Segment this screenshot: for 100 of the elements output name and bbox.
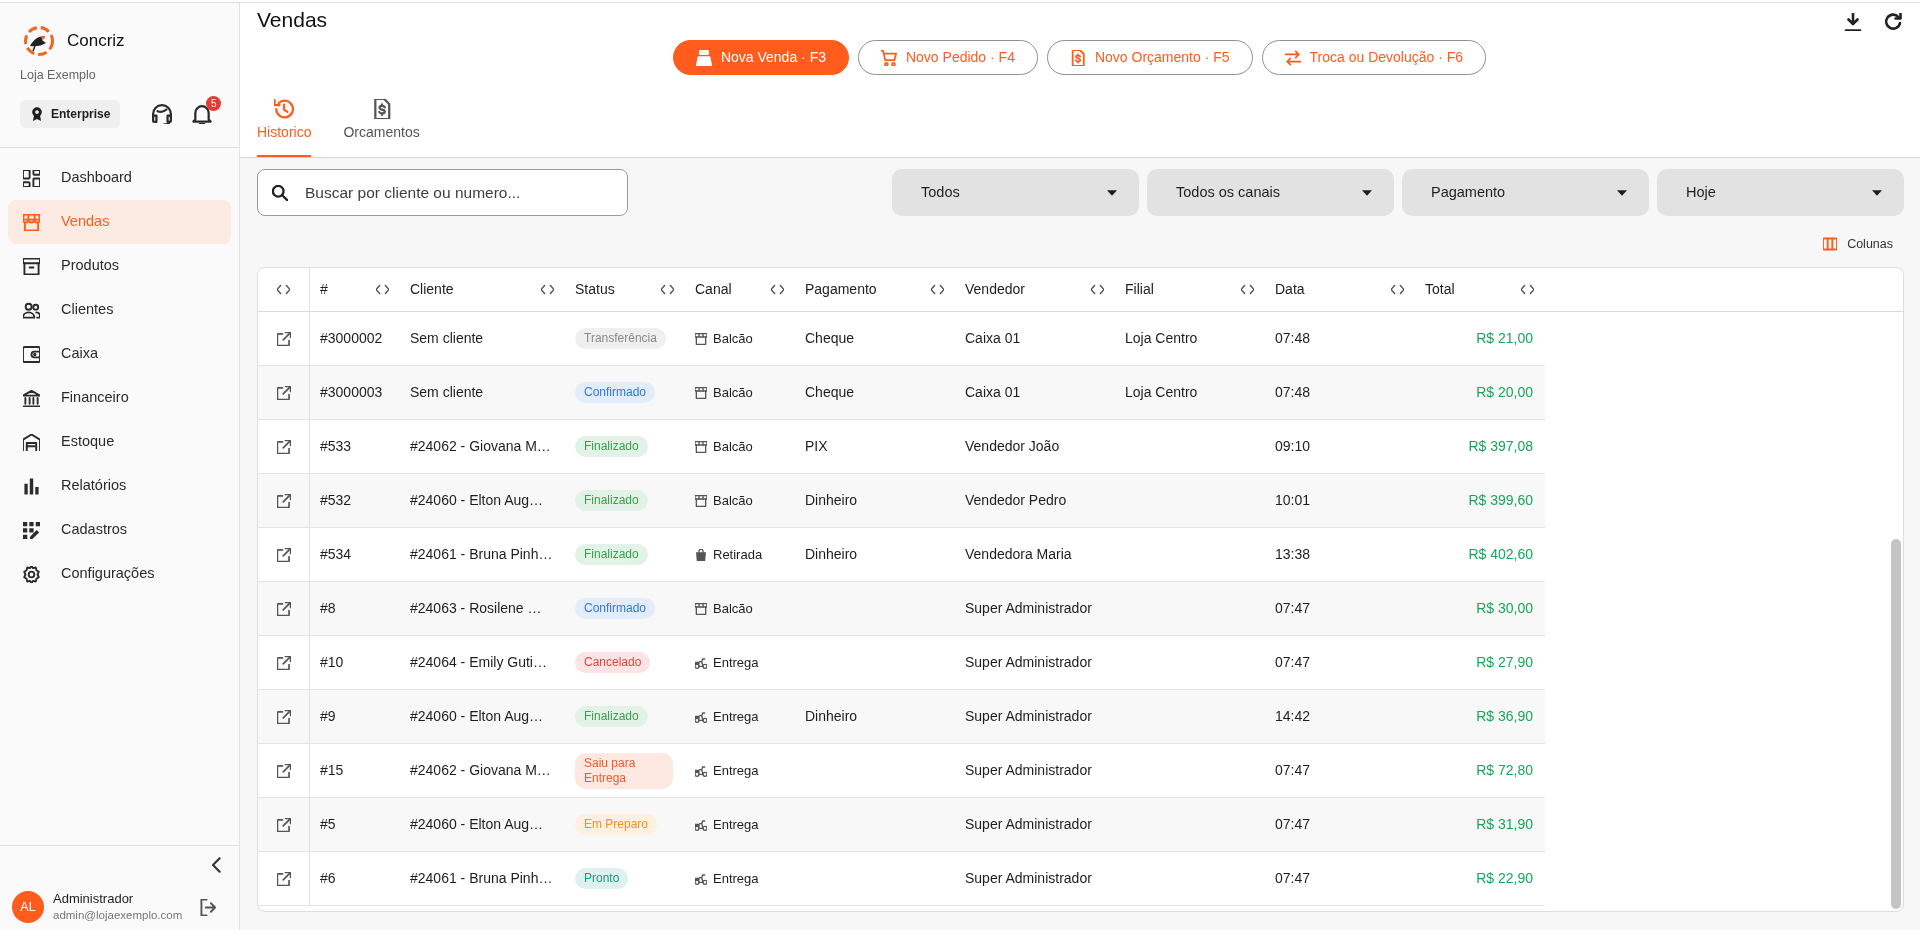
seller-name: Super Administrador [965, 599, 1092, 618]
order-number: #533 [320, 437, 352, 456]
external-link-icon[interactable] [276, 655, 291, 670]
nav-item[interactable]: Cadastros [8, 508, 231, 552]
nav-item[interactable]: Produtos [8, 244, 231, 288]
status-badge: Finalizado [575, 544, 648, 565]
payment-method: Dinheiro [805, 491, 858, 510]
client-name: #24061 - Bruna Pinh… [410, 869, 553, 888]
external-link-icon[interactable] [276, 817, 291, 832]
order-number: #6 [320, 869, 336, 888]
external-link-icon[interactable] [276, 385, 291, 400]
filter-dropdown[interactable]: Hoje [1657, 169, 1904, 216]
bell-icon[interactable] [192, 104, 213, 124]
order-number: #532 [320, 491, 352, 510]
sale-total: R$ 399,60 [1468, 491, 1533, 510]
logout-icon[interactable] [200, 898, 217, 916]
left-right-chevrons-icon[interactable] [376, 283, 389, 296]
sale-time: 14:42 [1275, 707, 1311, 726]
left-right-chevrons-icon[interactable] [1391, 283, 1404, 296]
table-row[interactable]: #533 #24062 - Giovana M… Finalizado Balcão PIX Vendedor João 09:10 R$ 397,08 [258, 420, 1545, 474]
seller-name: Super Administrador [965, 653, 1092, 672]
tab[interactable]: Orcamentos [343, 84, 420, 157]
external-link-icon[interactable] [276, 763, 291, 778]
left-right-chevrons-icon[interactable] [661, 283, 674, 296]
search-field[interactable]: Buscar por cliente ou numero... [257, 169, 628, 216]
table-row[interactable]: #5 #24060 - Elton Aug… Em Preparo Entrega Super Administrador 07:47 R$ 31,90 [258, 798, 1545, 852]
refresh-icon[interactable] [1884, 12, 1902, 31]
nav-item[interactable]: Relatórios [8, 464, 231, 508]
table-row[interactable]: #8 #24063 - Rosilene … Confirmado Balcão Super Administrador 07:47 R$ 30,00 [258, 582, 1545, 636]
table-row[interactable]: #6 #24061 - Bruna Pinh… Pronto Entrega Super Administrador 07:47 R$ 22,90 [258, 852, 1545, 906]
nav-item[interactable]: Caixa [8, 332, 231, 376]
external-link-icon[interactable] [276, 709, 291, 724]
sale-time: 07:47 [1275, 653, 1311, 672]
filter-dropdown[interactable]: Todos os canais [1147, 169, 1394, 216]
filter-dropdown[interactable]: Pagamento [1402, 169, 1649, 216]
payment-method: Dinheiro [805, 545, 858, 564]
nav-item[interactable]: Clientes [8, 288, 231, 332]
table-row[interactable]: #15 #24062 - Giovana M… Saiu para Entrega Entrega Super Administrador 07:47 R$ 72,80 [258, 744, 1545, 798]
left-right-chevrons-icon[interactable] [771, 283, 784, 296]
client-name: #24060 - Elton Aug… [410, 707, 544, 726]
order-number: #15 [320, 761, 344, 780]
headset-icon[interactable] [152, 104, 173, 124]
order-number: #534 [320, 545, 352, 564]
left-right-chevrons-icon[interactable] [1241, 283, 1254, 296]
sale-time: 07:47 [1275, 869, 1311, 888]
left-right-chevrons-icon[interactable] [541, 283, 554, 296]
payment-method: Cheque [805, 383, 855, 402]
left-right-chevrons-icon[interactable] [277, 283, 290, 296]
invoice-icon [371, 99, 392, 119]
external-link-icon[interactable] [276, 601, 291, 616]
channel-label: Balcão [713, 491, 753, 510]
filter-dropdown[interactable]: Todos [892, 169, 1139, 216]
storefront-icon [23, 213, 40, 231]
brand-name: Concriz [67, 30, 125, 53]
user-email: admin@lojaexemplo.com [53, 908, 183, 923]
external-link-icon[interactable] [276, 439, 291, 454]
seller-name: Vendedora Maria [965, 545, 1072, 564]
table-row[interactable]: #534 #24061 - Bruna Pinh… Finalizado Retirada Dinheiro Vendedora Maria 13:38 R$ 402,60 [258, 528, 1545, 582]
sale-total: R$ 22,90 [1476, 869, 1533, 888]
plan-chip[interactable]: Enterprise [20, 100, 121, 128]
column-header: Vendedor [965, 280, 1025, 299]
left-right-chevrons-icon[interactable] [1091, 283, 1104, 296]
channel-label: Entrega [713, 815, 759, 834]
external-link-icon[interactable] [276, 871, 291, 886]
cart-icon [880, 49, 897, 66]
external-link-icon[interactable] [276, 493, 291, 508]
table-row[interactable]: #9 #24060 - Elton Aug… Finalizado Entrega Dinheiro Super Administrador 14:42 R$ 36,90 [258, 690, 1545, 744]
client-name: #24062 - Giovana M… [410, 437, 551, 456]
client-name: #24061 - Bruna Pinh… [410, 545, 553, 564]
scrollbar-thumb[interactable] [1891, 538, 1901, 909]
scooter-icon [695, 872, 707, 885]
client-name: #24063 - Rosilene … [410, 599, 542, 618]
payment-method: Dinheiro [805, 707, 858, 726]
nav-item[interactable]: Configurações [8, 552, 231, 596]
bank-icon [23, 389, 40, 407]
column-header: Canal [695, 280, 732, 299]
channel-label: Balcão [713, 437, 753, 456]
table-row[interactable]: #10 #24064 - Emily Guti… Cancelado Entrega Super Administrador 07:47 R$ 27,90 [258, 636, 1545, 690]
nav-item[interactable]: Dashboard [8, 156, 231, 200]
external-link-icon[interactable] [276, 547, 291, 562]
external-link-icon[interactable] [276, 331, 291, 346]
seller-name: Super Administrador [965, 869, 1092, 888]
table-row[interactable]: #532 #24060 - Elton Aug… Finalizado Balcão Dinheiro Vendedor Pedro 10:01 R$ 399,60 [258, 474, 1545, 528]
client-name: #24060 - Elton Aug… [410, 491, 544, 510]
scooter-icon [695, 656, 707, 669]
people-icon [23, 301, 40, 319]
left-right-chevrons-icon[interactable] [931, 283, 944, 296]
table-row[interactable]: #3000003 Sem cliente Confirmado Balcão Cheque Caixa 01 Loja Centro 07:48 R$ 20,00 [258, 366, 1545, 420]
download-icon[interactable] [1844, 12, 1862, 31]
left-right-chevrons-icon[interactable] [1521, 283, 1534, 296]
payment-method: PIX [805, 437, 828, 456]
storefront-icon [695, 386, 707, 399]
sale-time: 07:48 [1275, 383, 1311, 402]
status-badge: Pronto [575, 868, 629, 889]
invoice-icon [1069, 49, 1086, 66]
nav-item[interactable]: Estoque [8, 420, 231, 464]
nav-item[interactable]: Financeiro [8, 376, 231, 420]
columns-button[interactable]: Colunas [1823, 233, 1904, 255]
table-row[interactable]: #3000002 Sem cliente Transferência Balcão Cheque Caixa 01 Loja Centro 07:48 R$ 21,00 [258, 312, 1545, 366]
seller-name: Caixa 01 [965, 329, 1021, 348]
